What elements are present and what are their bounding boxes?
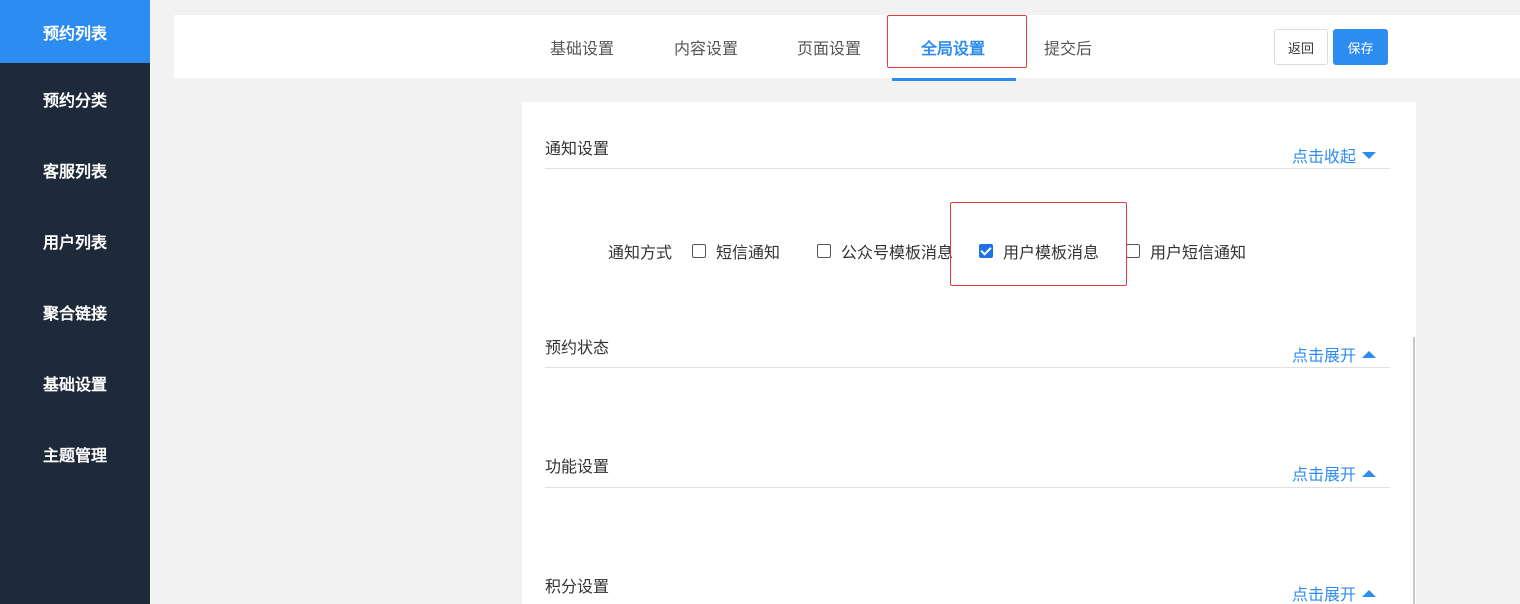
option-label: 短信通知 [716, 243, 781, 262]
sidebar-item-label: 主题管理 [42, 445, 107, 465]
tab-label: 页面设置 [797, 38, 862, 58]
caret-up-icon [1362, 589, 1377, 597]
caret-up-icon [1362, 469, 1377, 477]
checkbox-official-template[interactable] [817, 244, 831, 258]
section-toggle-status[interactable]: 点击展开 [1292, 342, 1377, 366]
save-button[interactable]: 保存 [1333, 29, 1388, 65]
back-button[interactable]: 返回 [1274, 29, 1328, 65]
notify-method-label: 通知方式 [608, 243, 673, 262]
option-official-template[interactable]: 公众号模板消息 [817, 239, 953, 263]
section-toggle-label: 点击展开 [1292, 465, 1357, 484]
scrollbar[interactable] [1413, 337, 1415, 604]
section-toggle-features[interactable]: 点击展开 [1292, 461, 1377, 485]
sidebar-item-aggregate-links[interactable]: 聚合链接 [0, 276, 150, 347]
sidebar: 预约列表 预约分类 客服列表 用户列表 聚合链接 基础设置 主题管理 [0, 0, 150, 604]
sidebar-item-label: 基础设置 [42, 374, 107, 394]
section-divider [545, 168, 1390, 169]
section-toggle-label: 点击收起 [1292, 147, 1357, 166]
tab-basic-settings[interactable]: 基础设置 [550, 15, 614, 78]
tab-label: 内容设置 [674, 38, 739, 58]
option-label: 用户短信通知 [1150, 243, 1247, 262]
sidebar-item-basic-settings[interactable]: 基础设置 [0, 347, 150, 418]
sidebar-item-label: 用户列表 [42, 232, 107, 252]
section-title-status: 预约状态 [545, 338, 610, 357]
option-highlight-box [950, 202, 1127, 286]
section-divider [545, 367, 1390, 368]
section-title-features: 功能设置 [545, 457, 610, 476]
caret-up-icon [1362, 350, 1377, 358]
section-toggle-label: 点击展开 [1292, 346, 1357, 365]
section-toggle-notify[interactable]: 点击收起 [1292, 143, 1377, 167]
tab-highlight-box [887, 15, 1027, 68]
tab-bar: 基础设置 内容设置 页面设置 全局设置 提交后 返回 保存 [174, 15, 1520, 81]
sidebar-item-label: 预约分类 [42, 90, 107, 110]
sidebar-item-label: 客服列表 [42, 161, 107, 181]
tab-page-settings[interactable]: 页面设置 [797, 15, 861, 78]
sidebar-item-theme[interactable]: 主题管理 [0, 418, 150, 489]
settings-panel: 通知设置 点击收起 通知方式 短信通知 公众号模板消息 用户模板消息 用户短信通… [522, 102, 1416, 604]
checkbox-user-sms[interactable] [1126, 244, 1140, 258]
sidebar-item-user-list[interactable]: 用户列表 [0, 205, 150, 276]
tab-label: 基础设置 [550, 38, 615, 58]
checkbox-sms[interactable] [692, 244, 706, 258]
caret-down-icon [1362, 151, 1377, 159]
section-divider [545, 487, 1390, 488]
tab-label: 提交后 [1044, 38, 1093, 58]
back-button-label: 返回 [1287, 41, 1314, 57]
section-title-notify: 通知设置 [545, 139, 610, 158]
section-toggle-label: 点击展开 [1292, 585, 1357, 604]
section-title-points: 积分设置 [545, 577, 610, 596]
section-toggle-points[interactable]: 点击展开 [1292, 581, 1377, 604]
sidebar-item-appointment-list[interactable]: 预约列表 [0, 0, 150, 63]
sidebar-item-label: 聚合链接 [42, 303, 107, 323]
sidebar-item-label: 预约列表 [42, 23, 107, 43]
option-user-sms[interactable]: 用户短信通知 [1126, 239, 1246, 263]
tab-after-submit[interactable]: 提交后 [1044, 15, 1092, 78]
option-sms[interactable]: 短信通知 [692, 239, 780, 263]
tab-content-settings[interactable]: 内容设置 [674, 15, 738, 78]
save-button-label: 保存 [1347, 41, 1374, 57]
sidebar-item-appointment-category[interactable]: 预约分类 [0, 63, 150, 134]
option-label: 公众号模板消息 [841, 243, 954, 262]
active-tab-indicator [892, 78, 1016, 81]
sidebar-item-service-list[interactable]: 客服列表 [0, 134, 150, 205]
